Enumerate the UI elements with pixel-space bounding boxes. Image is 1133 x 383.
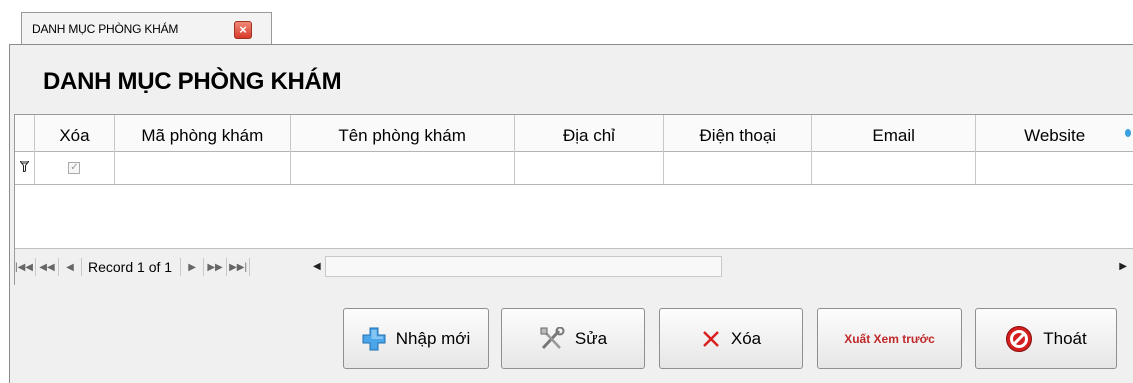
- filter-icon: [18, 160, 31, 175]
- column-header-dia-chi[interactable]: Địa chỉ: [514, 115, 665, 151]
- tab-danh-muc-phong-kham[interactable]: DANH MỤC PHÒNG KHÁM ×: [21, 12, 272, 45]
- first-record-icon[interactable]: |◀◀: [15, 262, 33, 273]
- scroll-right-icon[interactable]: ▶: [1119, 261, 1127, 272]
- grid-header-row: Xóa Mã phòng khám Tên phòng khám Địa chỉ…: [15, 115, 1133, 152]
- x-delete-icon: [701, 329, 721, 349]
- stop-icon: [1005, 325, 1033, 353]
- close-tab-icon[interactable]: ×: [234, 21, 252, 39]
- add-new-label: Nhập mới: [395, 328, 471, 348]
- filter-cell-ten-phong-kham[interactable]: [291, 151, 515, 184]
- column-header-website[interactable]: Website: [976, 115, 1133, 151]
- add-new-button[interactable]: Nhập mới: [343, 308, 489, 369]
- horizontal-scrollbar[interactable]: ◀ ▶: [311, 254, 1133, 279]
- next-record-icon[interactable]: ▶: [183, 262, 201, 273]
- prev-record-icon[interactable]: ◀: [61, 262, 79, 273]
- tab-label: DANH MỤC PHÒNG KHÁM: [32, 22, 179, 36]
- filter-cell-website[interactable]: [976, 151, 1133, 184]
- plus-icon: [362, 327, 386, 351]
- filter-cell-dia-chi[interactable]: [515, 151, 665, 184]
- delete-label: Xóa: [730, 328, 762, 348]
- filter-cell-dien-thoai[interactable]: [664, 151, 813, 184]
- delete-button[interactable]: Xóa: [659, 308, 803, 369]
- edit-label: Sửa: [574, 328, 608, 348]
- filter-cell-ma-phong-kham[interactable]: [115, 151, 291, 184]
- column-header-ma-phong-kham[interactable]: Mã phòng khám: [114, 115, 291, 151]
- last-record-icon[interactable]: ▶▶|: [229, 262, 247, 273]
- filter-cell-xoa[interactable]: ✓: [35, 151, 115, 184]
- exit-label: Thoát: [1043, 328, 1087, 348]
- export-preview-button[interactable]: Xuất Xem trước: [817, 308, 962, 369]
- page-title: DANH MỤC PHÒNG KHÁM: [43, 68, 342, 95]
- filter-cell-email[interactable]: [812, 151, 977, 184]
- prev-page-icon[interactable]: ◀◀: [38, 262, 56, 273]
- tools-icon: [539, 326, 565, 351]
- column-header-xoa[interactable]: Xóa: [34, 115, 115, 151]
- record-counter: Record 1 of 1: [88, 259, 173, 275]
- record-navigator: |◀◀ ◀◀ ◀ Record 1 of 1 ▶ ▶▶ ▶▶| ◀ ▶: [15, 248, 1133, 285]
- grid-empty-area: [15, 185, 1133, 245]
- column-header-email[interactable]: Email: [812, 115, 977, 151]
- next-page-icon[interactable]: ▶▶: [206, 262, 224, 273]
- column-header-dien-thoai[interactable]: Điện thoại: [664, 115, 813, 151]
- scroll-thumb[interactable]: [325, 256, 722, 277]
- clinic-grid[interactable]: Xóa Mã phòng khám Tên phòng khám Địa chỉ…: [14, 114, 1133, 285]
- row-indicator-header: [15, 115, 35, 151]
- filter-row[interactable]: ✓: [15, 151, 1133, 185]
- edit-button[interactable]: Sửa: [501, 308, 645, 369]
- exit-button[interactable]: Thoát: [975, 308, 1117, 369]
- filter-checkbox[interactable]: ✓: [68, 161, 81, 174]
- column-chooser-icon[interactable]: [1125, 129, 1131, 137]
- row-indicator: [15, 151, 35, 184]
- column-header-ten-phong-kham[interactable]: Tên phòng khám: [290, 115, 515, 151]
- export-preview-label: Xuất Xem trước: [844, 331, 935, 346]
- scroll-left-icon[interactable]: ◀: [313, 261, 321, 272]
